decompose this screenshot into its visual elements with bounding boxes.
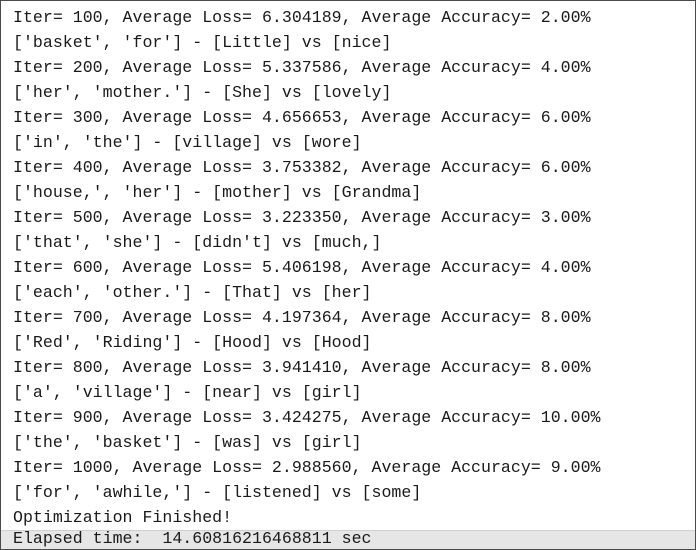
output-line: ['in', 'the'] - [village] vs [wore] xyxy=(13,133,362,152)
output-line: ['that', 'she'] - [didn't] vs [much,] xyxy=(13,233,382,252)
output-line: Iter= 700, Average Loss= 4.197364, Avera… xyxy=(13,308,591,327)
output-lines: Iter= 100, Average Loss= 6.304189, Avera… xyxy=(13,5,689,530)
output-line: Iter= 200, Average Loss= 5.337586, Avera… xyxy=(13,58,591,77)
console-output: Iter= 100, Average Loss= 6.304189, Avera… xyxy=(0,0,696,550)
output-line: Iter= 400, Average Loss= 3.753382, Avera… xyxy=(13,158,591,177)
output-line: ['for', 'awhile,'] - [listened] vs [some… xyxy=(13,483,422,502)
output-line: Iter= 800, Average Loss= 3.941410, Avera… xyxy=(13,358,591,377)
output-line: ['house,', 'her'] - [mother] vs [Grandma… xyxy=(13,183,422,202)
elapsed-time-text: Elapsed time: 14.60816216468811 sec xyxy=(13,529,372,548)
output-line: Iter= 500, Average Loss= 3.223350, Avera… xyxy=(13,208,591,227)
elapsed-time-bar: Elapsed time: 14.60816216468811 sec xyxy=(1,529,695,549)
output-line: Iter= 1000, Average Loss= 2.988560, Aver… xyxy=(13,458,601,477)
output-line: Iter= 300, Average Loss= 4.656653, Avera… xyxy=(13,108,591,127)
output-line: ['her', 'mother.'] - [She] vs [lovely] xyxy=(13,83,392,102)
output-line: Iter= 900, Average Loss= 3.424275, Avera… xyxy=(13,408,601,427)
output-line: ['the', 'basket'] - [was] vs [girl] xyxy=(13,433,362,452)
output-line: ['each', 'other.'] - [That] vs [her] xyxy=(13,283,372,302)
output-line: ['Red', 'Riding'] - [Hood] vs [Hood] xyxy=(13,333,372,352)
output-line: Iter= 100, Average Loss= 6.304189, Avera… xyxy=(13,8,591,27)
output-line: Iter= 600, Average Loss= 5.406198, Avera… xyxy=(13,258,591,277)
output-line: ['a', 'village'] - [near] vs [girl] xyxy=(13,383,362,402)
output-line: ['basket', 'for'] - [Little] vs [nice] xyxy=(13,33,392,52)
